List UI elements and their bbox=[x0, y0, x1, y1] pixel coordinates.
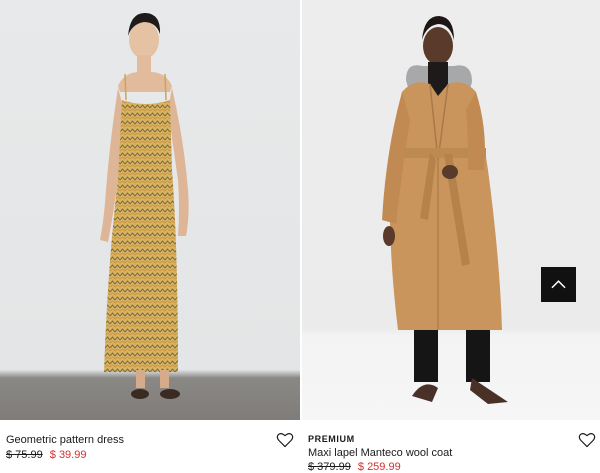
sale-price: $ 39.99 bbox=[49, 449, 87, 461]
dress-photo bbox=[100, 12, 189, 399]
product-info: Geometric pattern dress $ 75.99 $ 39.99 bbox=[0, 420, 300, 472]
favorite-button[interactable] bbox=[578, 432, 596, 448]
scroll-to-top-button[interactable] bbox=[541, 267, 576, 302]
product-image[interactable] bbox=[302, 0, 600, 420]
product-card[interactable]: Geometric pattern dress $ 75.99 $ 39.99 bbox=[0, 0, 300, 472]
product-prices: $ 75.99 $ 39.99 bbox=[6, 449, 86, 461]
product-name[interactable]: Geometric pattern dress bbox=[6, 434, 124, 446]
product-prices: $ 379.99 $ 259.99 bbox=[308, 461, 401, 473]
coat-photo bbox=[382, 16, 508, 404]
original-price: $ 379.99 bbox=[308, 461, 351, 473]
original-price: $ 75.99 bbox=[6, 449, 43, 461]
product-grid: Geometric pattern dress $ 75.99 $ 39.99 bbox=[0, 0, 600, 473]
heart-icon bbox=[578, 433, 596, 448]
product-info: PREMIUM Maxi lapel Manteco wool coat $ 3… bbox=[302, 420, 600, 473]
favorite-button[interactable] bbox=[276, 432, 294, 448]
chevron-up-icon bbox=[551, 280, 566, 289]
heart-icon bbox=[276, 433, 294, 448]
sale-price: $ 259.99 bbox=[357, 461, 401, 473]
premium-badge: PREMIUM bbox=[308, 434, 355, 444]
product-card[interactable]: PREMIUM Maxi lapel Manteco wool coat $ 3… bbox=[302, 0, 600, 473]
product-name[interactable]: Maxi lapel Manteco wool coat bbox=[308, 447, 452, 459]
product-image[interactable] bbox=[0, 0, 300, 420]
